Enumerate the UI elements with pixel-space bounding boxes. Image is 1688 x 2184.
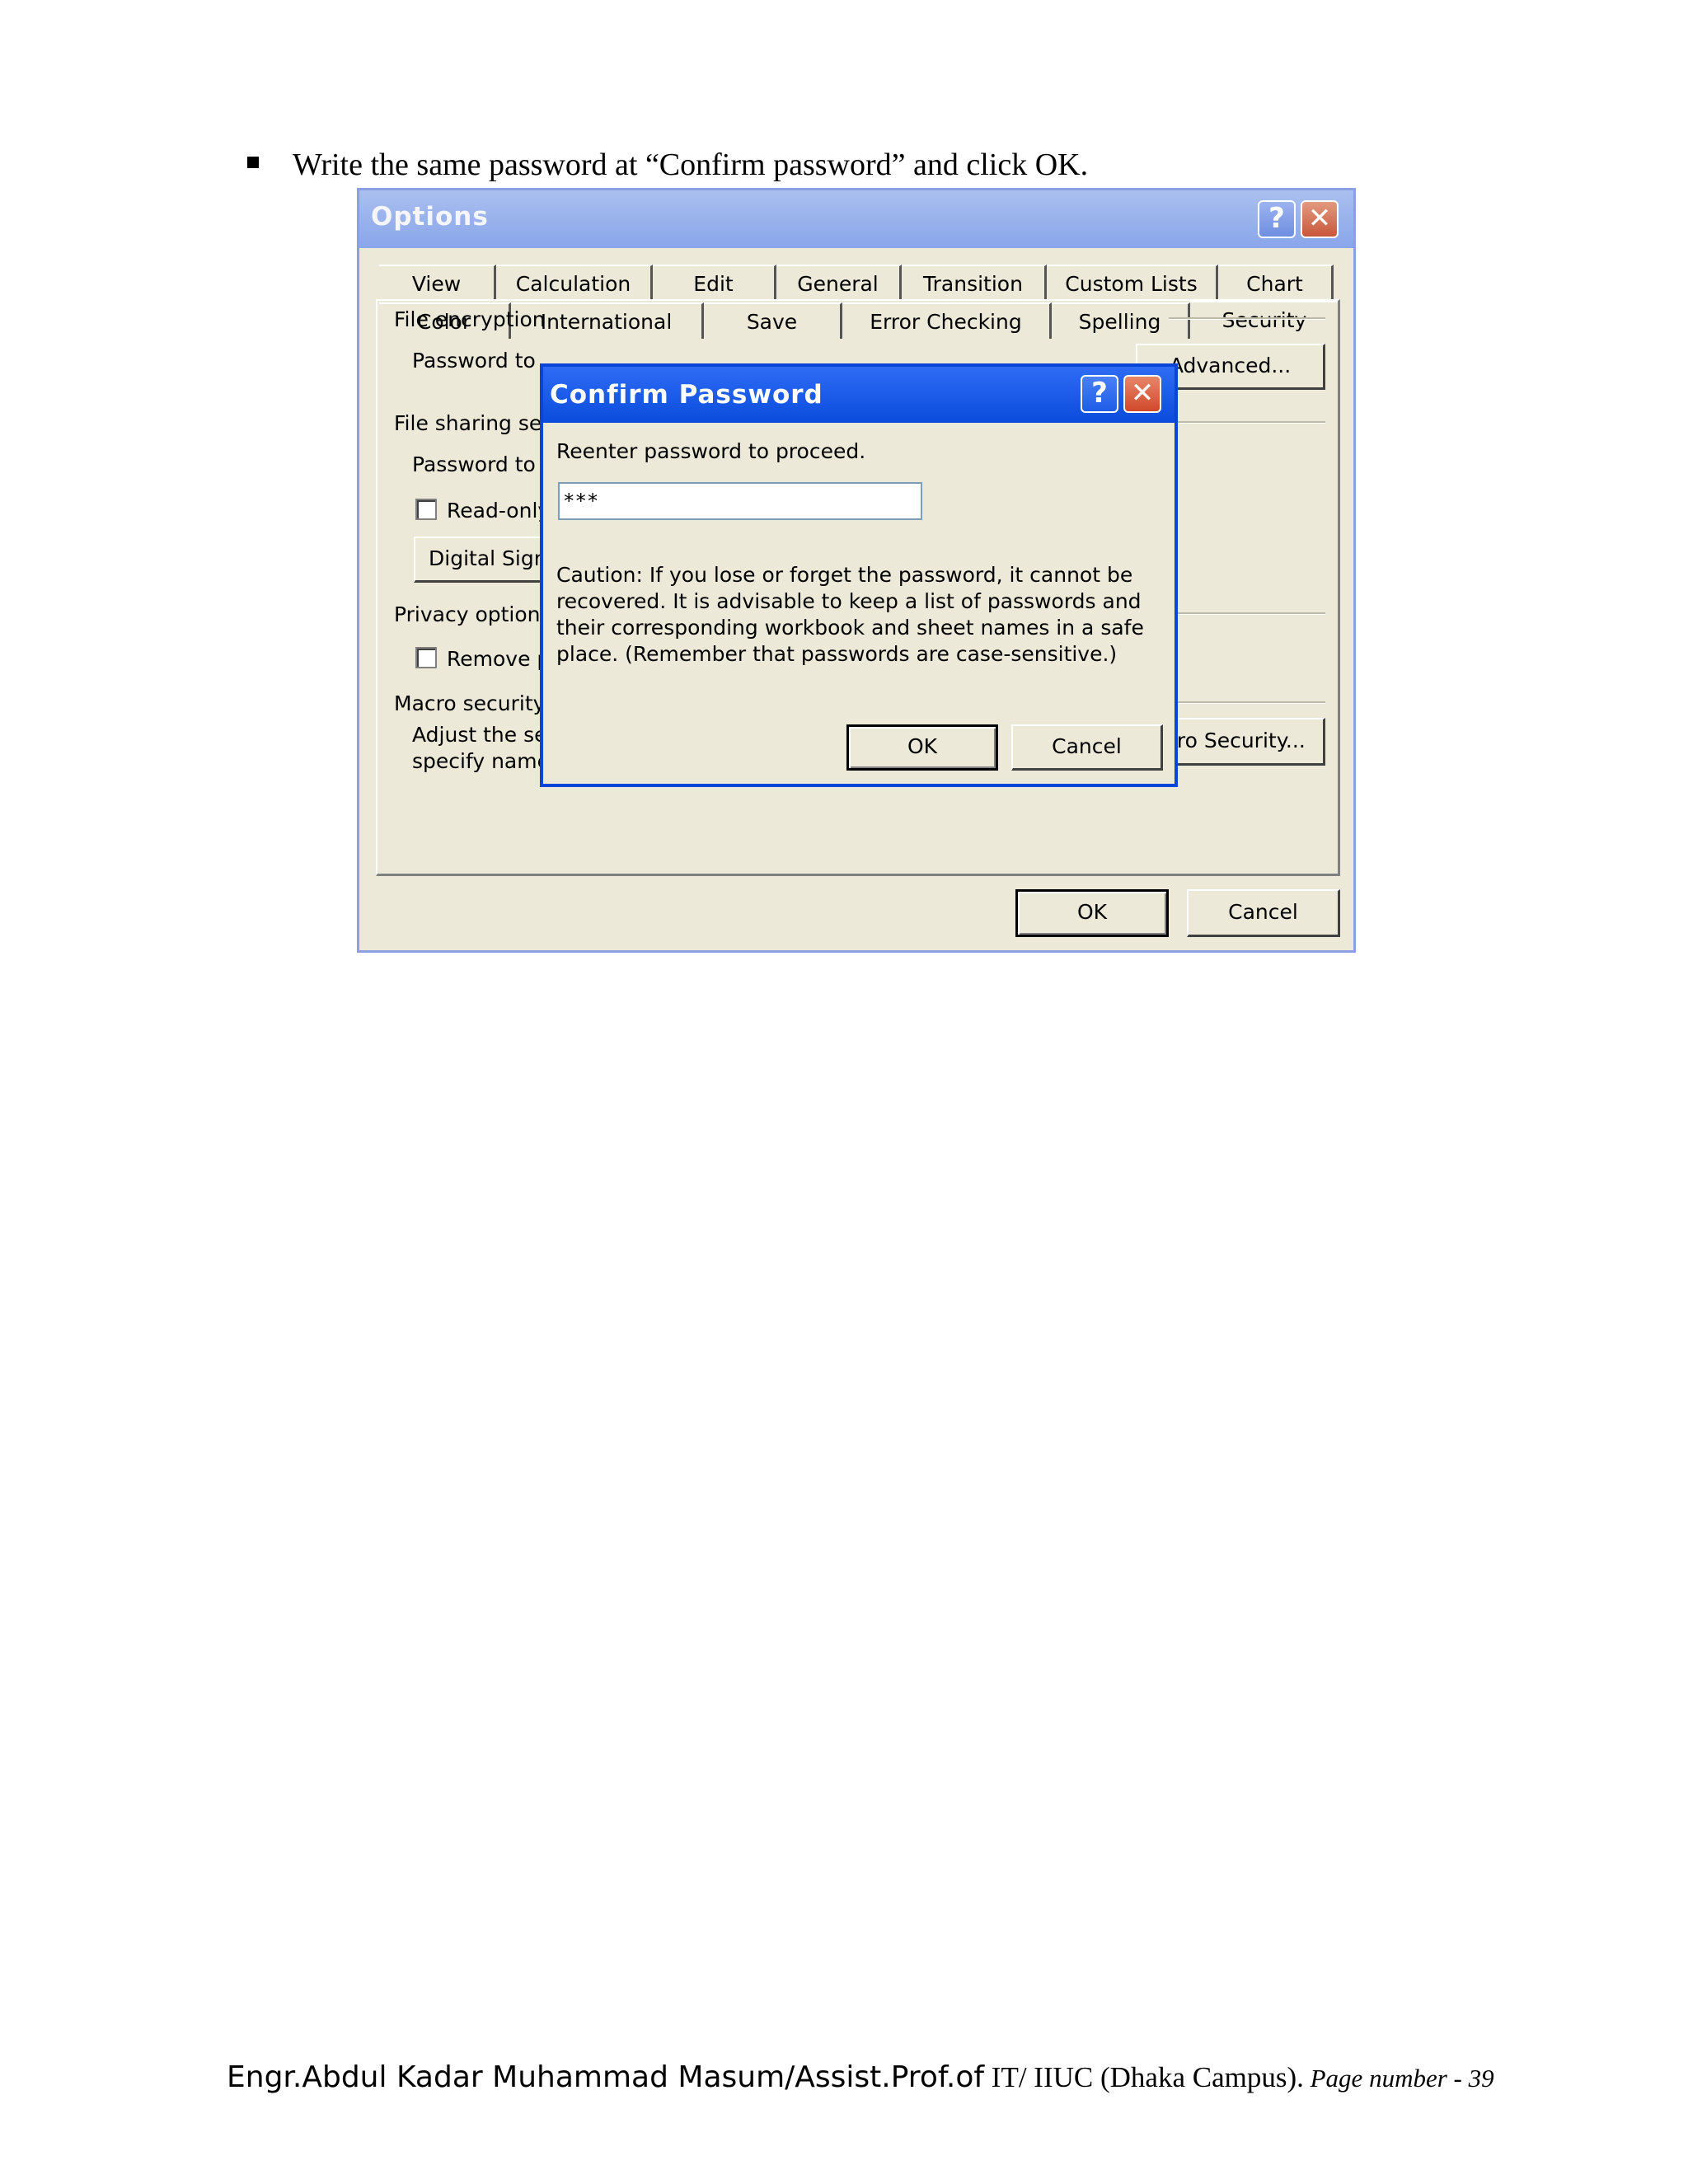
section-separator (1169, 612, 1325, 615)
footer-organization: IT/ IIUC (Dhaka Campus). (984, 2061, 1304, 2093)
confirm-cancel-button[interactable]: Cancel (1011, 724, 1163, 771)
options-ok-button[interactable]: OK (1015, 889, 1169, 937)
bullet-marker (247, 157, 259, 168)
help-icon: ? (1268, 202, 1285, 235)
confirm-title: Confirm Password (550, 380, 823, 410)
caution-text-line: their corresponding workbook and sheet n… (556, 616, 1144, 640)
reenter-prompt: Reenter password to proceed. (556, 439, 866, 463)
footer-page-number: Page number - 39 (1303, 2064, 1494, 2093)
caution-text-line: place. (Remember that passwords are case… (556, 642, 1118, 666)
options-help-button[interactable]: ? (1258, 200, 1296, 238)
remove-personal-info-label: Remove p (447, 647, 551, 671)
confirm-ok-button[interactable]: OK (846, 724, 998, 771)
macro-security-label: Macro security (394, 691, 546, 715)
caution-text-line: recovered. It is advisable to keep a lis… (556, 589, 1142, 613)
options-cancel-button[interactable]: Cancel (1187, 889, 1340, 937)
privacy-options-label: Privacy options (394, 602, 551, 626)
close-icon: ✕ (1130, 377, 1155, 410)
tab-view[interactable]: View (379, 265, 496, 301)
password-to-modify-label: Password to (412, 452, 536, 476)
caution-text-line: Caution: If you lose or forget the passw… (556, 563, 1133, 587)
close-icon: ✕ (1307, 202, 1332, 235)
confirm-password-input[interactable] (558, 482, 922, 520)
tab-general[interactable]: General (776, 265, 902, 301)
instruction-text: Write the same password at “Confirm pass… (293, 148, 1089, 182)
read-only-label: Read-only (447, 499, 551, 523)
confirm-close-button[interactable]: ✕ (1123, 375, 1161, 413)
confirm-password-dialog: Confirm Password ? ✕ Reenter password to… (540, 363, 1178, 787)
page-footer: Engr.Abdul Kadar Muhammad Masum/Assist.P… (227, 2060, 1494, 2094)
file-sharing-label: File sharing set (394, 411, 551, 435)
section-separator (1169, 317, 1325, 320)
tab-chart[interactable]: Chart (1218, 265, 1334, 301)
file-encryption-label: File encryption (394, 307, 546, 331)
confirm-titlebar[interactable]: Confirm Password ? ✕ (543, 367, 1175, 423)
tab-calculation[interactable]: Calculation (496, 265, 653, 301)
remove-personal-info-checkbox[interactable] (415, 647, 437, 668)
tab-transition[interactable]: Transition (902, 265, 1047, 301)
options-title: Options (371, 202, 489, 232)
help-icon: ? (1091, 377, 1108, 410)
footer-author: Engr.Abdul Kadar Muhammad Masum/Assist.P… (227, 2060, 985, 2094)
confirm-help-button[interactable]: ? (1081, 375, 1118, 413)
read-only-checkbox[interactable] (415, 499, 437, 520)
options-close-button[interactable]: ✕ (1301, 200, 1339, 238)
section-separator (1169, 421, 1325, 424)
section-separator (1169, 701, 1325, 704)
options-titlebar[interactable]: Options ? ✕ (359, 190, 1353, 248)
password-to-open-label: Password to (412, 349, 536, 373)
tab-custom-lists[interactable]: Custom Lists (1047, 265, 1218, 301)
tab-edit[interactable]: Edit (653, 265, 776, 301)
